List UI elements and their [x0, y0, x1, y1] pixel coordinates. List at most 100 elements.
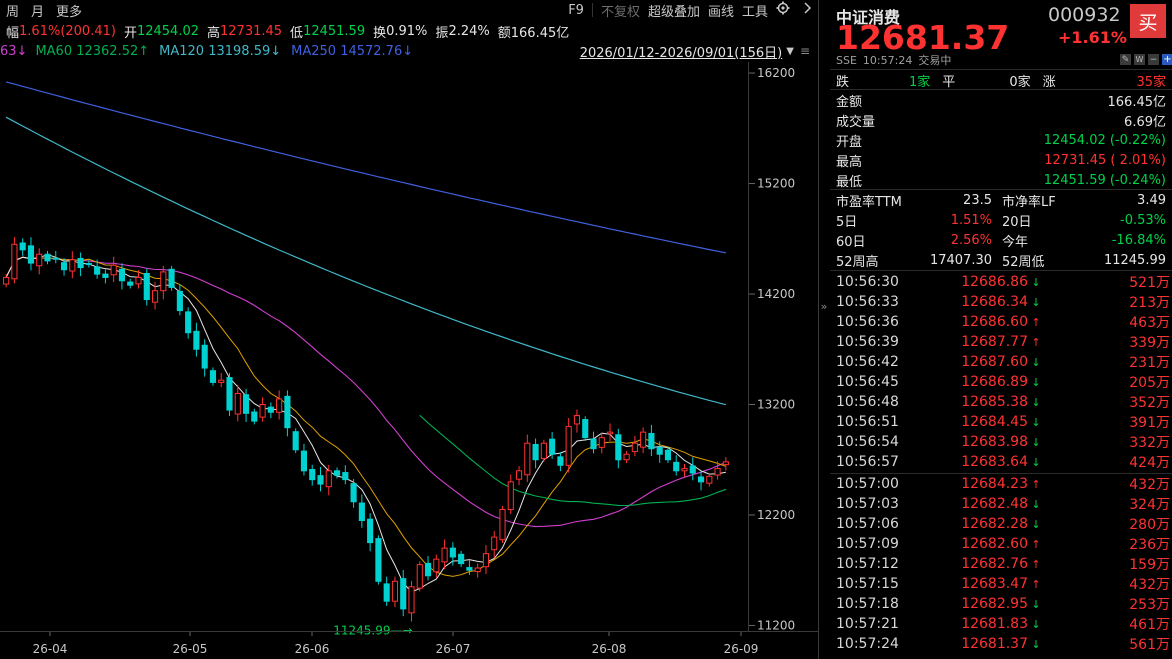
exchange-code: SSE [836, 53, 857, 67]
tab-week[interactable]: 周 [6, 1, 19, 20]
metric-value: 3.49 [1137, 192, 1166, 208]
candle-body [251, 411, 258, 422]
candle-body [168, 268, 175, 288]
tick-time: 10:56:36 [836, 314, 899, 330]
stat-value: 12454.02 (-0.22%) [1043, 132, 1166, 148]
status-line: SSE 10:57:24 交易中 [836, 52, 951, 68]
down-arrow-icon: ↓ [1031, 455, 1041, 469]
candle-body [276, 398, 283, 413]
tick-price: 12682.76 [961, 556, 1028, 572]
tick-price: 12682.48 [961, 496, 1028, 512]
draw-line-button[interactable]: 画线 [708, 1, 734, 20]
tick-volume: 339万 [1129, 335, 1170, 351]
candle-body [441, 547, 448, 563]
stat-row: 成交量 6.69亿 [836, 110, 1166, 130]
metric-value: -16.84% [1111, 232, 1166, 248]
low-label: 低 [290, 25, 304, 41]
tick-time: 10:56:51 [836, 414, 899, 430]
candle-body [424, 562, 432, 577]
down-arrow-icon: ↓ [1031, 275, 1041, 289]
stat-value: 12451.59 (-0.24%) [1043, 172, 1166, 188]
candle-body [102, 273, 109, 278]
down-arrow-icon: ↓ [1031, 375, 1041, 389]
tick-volume: 231万 [1129, 355, 1170, 371]
tick-row: 10:56:51 12684.45 ↓ 391万 [836, 412, 1170, 432]
candle-body [491, 536, 498, 551]
date-range-dropdown-icon[interactable]: ▼ [786, 46, 794, 57]
candle-body [474, 567, 481, 573]
drag-handle-icon[interactable]: ≡ [800, 44, 810, 58]
tick-price: 12683.64 [961, 454, 1028, 470]
f9-button[interactable]: F9 [568, 3, 584, 18]
collapse-panel-icon[interactable]: » [818, 300, 830, 313]
ma60-legend: MA60 12362.52↑ [35, 43, 150, 59]
tick-time: 10:57:00 [836, 476, 899, 492]
tick-time: 10:56:42 [836, 354, 899, 370]
tick-price: 12686.86 [961, 274, 1028, 290]
gear-icon[interactable] [776, 1, 790, 19]
x-tick-label: 26-08 [592, 642, 627, 656]
down-arrow-icon: ↓ [1031, 355, 1041, 369]
candle-body [110, 264, 117, 276]
ma30-legend: 63↓ [0, 43, 28, 59]
candle-body [160, 271, 167, 292]
open-label: 开 [123, 25, 137, 41]
candle-body [606, 431, 614, 435]
tick-volume: 561万 [1129, 637, 1170, 653]
overlay-button[interactable]: 超级叠加 [648, 1, 700, 20]
candle-body [118, 268, 126, 282]
tick-time: 10:57:12 [836, 556, 899, 572]
tab-more[interactable]: 更多 [56, 1, 82, 20]
tick-time: 10:56:57 [836, 454, 899, 470]
tick-row: 10:56:42 12687.60 ↓ 231万 [836, 352, 1170, 372]
tab-month[interactable]: 月 [31, 1, 44, 20]
tick-time: 10:57:18 [836, 596, 899, 612]
candle-body [60, 262, 68, 271]
tick-time: 10:56:33 [836, 294, 899, 310]
y-tick-label: 16200 [757, 66, 795, 80]
candle-body [201, 344, 208, 369]
tick-row: 10:57:21 12681.83 ↓ 461万 [836, 614, 1170, 634]
date-range-selector[interactable]: 2026/01/12-2026/09/01(156日) [580, 42, 783, 61]
turnover-value: 0.91% [386, 23, 428, 39]
x-tick-label: 26-06 [295, 642, 330, 656]
candlestick-chart[interactable]: 16200152001420013200122001120026-04 26-05… [0, 62, 818, 659]
minus-icon[interactable]: − [1148, 54, 1159, 65]
up-arrow-icon: ↑ [1031, 315, 1041, 329]
candle-body [367, 518, 374, 544]
stat-row: 开盘 12454.02 (-0.22%) [836, 130, 1166, 150]
plus-icon[interactable]: + [1162, 54, 1172, 65]
candle-body [524, 442, 531, 476]
metric-label: 市盈率TTM [836, 194, 902, 210]
panel-mini-icons: ✎ W − + [1120, 54, 1172, 65]
tick-row: 10:57:24 12681.37 ↓ 561万 [836, 634, 1170, 654]
tick-price: 12686.60 [961, 314, 1028, 330]
candle-body [27, 245, 35, 264]
candle-body [94, 266, 101, 275]
metric-label: 市净率LF [1002, 194, 1056, 210]
y-tick-label: 15200 [757, 177, 795, 191]
change-percent: +1.61% [1058, 28, 1127, 47]
candle-body [333, 470, 341, 476]
candle-body [226, 377, 233, 411]
candle-body [3, 276, 10, 285]
tools-button[interactable]: 工具 [742, 1, 768, 20]
buy-button[interactable]: 买 [1130, 4, 1166, 38]
no-adjust-button[interactable]: 不复权 [601, 1, 640, 20]
amount-label: 额 [497, 25, 511, 41]
down-count-label: 跌 [836, 74, 850, 90]
tick-volume: 521万 [1129, 275, 1170, 291]
buy-button-label: 买 [1138, 11, 1158, 34]
wp-icon[interactable]: W [1134, 54, 1145, 65]
down-arrow-icon: ↓ [1031, 517, 1041, 531]
tick-time: 10:56:48 [836, 394, 899, 410]
edit-icon[interactable]: ✎ [1120, 54, 1131, 65]
candle-body [598, 437, 605, 448]
candle-body [193, 330, 200, 350]
tick-price: 12687.77 [961, 334, 1028, 350]
candle-body [218, 379, 225, 383]
stat-label: 开盘 [836, 134, 863, 150]
turnover-label: 换 [373, 25, 387, 41]
chevron-right-icon[interactable] [804, 2, 812, 18]
candle-body [151, 290, 159, 303]
